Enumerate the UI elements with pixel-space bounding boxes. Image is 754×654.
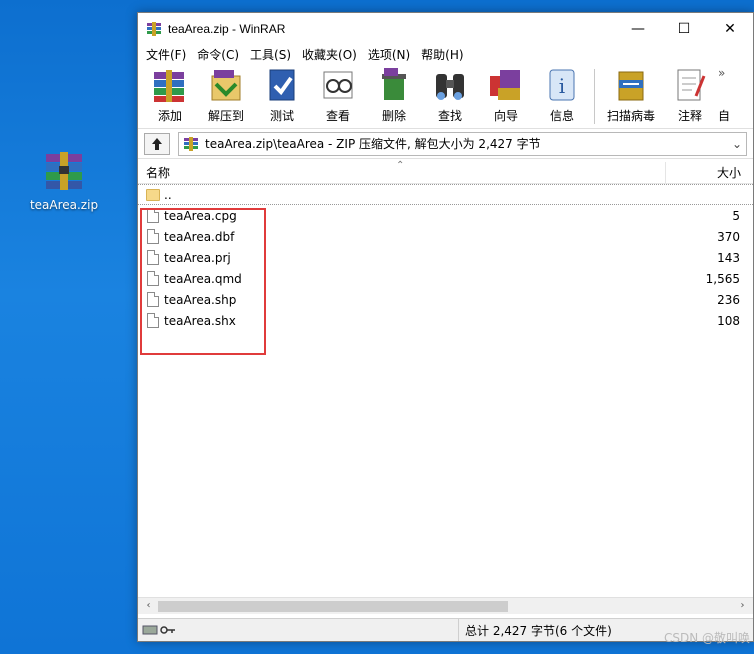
toolbar-separator [594,69,596,124]
file-icon [147,250,159,265]
up-arrow-icon [152,137,162,150]
scan-virus-icon [611,66,651,104]
info-button[interactable]: i 信息 [534,65,590,128]
winrar-app-icon [146,21,162,37]
menu-favorites[interactable]: 收藏夹(O) [298,45,361,65]
file-name: teaArea.shp [164,292,237,307]
chevron-right-icon: » [718,66,726,80]
status-bar: 总计 2,427 字节(6 个文件) [138,618,753,641]
winrar-window: teaArea.zip - WinRAR — ☐ ✕ 文件(F) 命令(C) 工… [137,12,754,642]
scroll-left-arrow-icon[interactable]: ‹ [140,600,157,613]
delete-button[interactable]: 删除 [366,65,422,128]
extract-to-icon [206,66,246,104]
desktop-winrar-archive[interactable]: teaArea.zip [24,148,104,212]
menu-options[interactable]: 选项(N) [364,45,414,65]
sort-up-icon: ⌃ [396,160,405,171]
drive-key-icon [142,625,175,635]
table-row[interactable]: teaArea.prj 143 [138,247,753,268]
wizard-icon [486,66,526,104]
table-row[interactable]: teaArea.qmd 1,565 [138,268,753,289]
file-icon [147,271,159,286]
add-button[interactable]: 添加 [142,65,198,128]
menu-tools[interactable]: 工具(S) [246,45,295,65]
scrollbar-thumb[interactable] [158,601,508,612]
title-bar[interactable]: teaArea.zip - WinRAR — ☐ ✕ [138,13,753,45]
close-button[interactable]: ✕ [707,13,753,45]
menu-help[interactable]: 帮助(H) [417,45,467,65]
file-size: 1,565 [705,271,740,286]
horizontal-scrollbar[interactable]: ‹ › [138,597,753,614]
table-row[interactable]: teaArea.cpg 5 [138,205,753,226]
up-folder-button[interactable] [144,132,170,155]
file-icon [147,208,159,223]
file-icon [147,229,159,244]
archive-icon [184,136,198,151]
delete-icon [374,66,414,104]
path-dropdown[interactable]: teaArea.zip\teaArea - ZIP 压缩文件, 解包大小为 2,… [178,131,747,156]
table-row[interactable]: teaArea.shx 108 [138,310,753,331]
path-text: teaArea.zip\teaArea - ZIP 压缩文件, 解包大小为 2,… [205,137,541,151]
comment-button[interactable]: 注释 [662,65,718,128]
file-size: 143 [717,250,740,265]
file-name: teaArea.prj [164,250,231,265]
status-text: 总计 2,427 字节(6 个文件) [458,619,612,641]
scroll-right-arrow-icon[interactable]: › [734,600,751,613]
scan-virus-button[interactable]: 扫描病毒 [600,65,662,128]
file-icon [147,313,159,328]
address-bar: teaArea.zip\teaArea - ZIP 压缩文件, 解包大小为 2,… [138,129,753,159]
find-icon [430,66,470,104]
watermark: CSDN @敬叫唤 [663,631,750,645]
file-icon [147,292,159,307]
sfx-button[interactable]: » 自 [718,65,738,128]
table-row[interactable]: teaArea.dbf 370 [138,226,753,247]
wizard-button[interactable]: 向导 [478,65,534,128]
menu-bar: 文件(F) 命令(C) 工具(S) 收藏夹(O) 选项(N) 帮助(H) [138,45,753,65]
menu-commands[interactable]: 命令(C) [193,45,243,65]
test-button[interactable]: 测试 [254,65,310,128]
winrar-archive-icon [42,148,86,192]
maximize-button[interactable]: ☐ [661,13,707,45]
find-button[interactable]: 查找 [422,65,478,128]
comment-icon [670,66,710,104]
extract-to-button[interactable]: 解压到 [198,65,254,128]
minimize-button[interactable]: — [615,13,661,45]
file-size: 236 [717,292,740,307]
desktop-icon-label: teaArea.zip [29,198,99,212]
view-button[interactable]: 查看 [310,65,366,128]
file-name: teaArea.qmd [164,271,242,286]
file-name: teaArea.dbf [164,229,235,244]
window-title: teaArea.zip - WinRAR [168,22,286,36]
file-name: teaArea.shx [164,313,236,328]
parent-folder-label: .. [164,187,172,202]
add-books-icon [150,66,190,104]
folder-icon [146,188,160,201]
file-size: 108 [717,313,740,328]
file-list: ⌃ 名称 大小 .. teaArea.cpg 5 teaArea.dbf 370… [138,160,753,602]
parent-folder-row[interactable]: .. [138,184,753,205]
column-size-header[interactable]: 大小 [666,162,753,183]
file-size: 5 [732,208,740,223]
svg-text:i: i [559,74,565,98]
table-row[interactable]: teaArea.shp 236 [138,289,753,310]
chevron-down-icon[interactable]: ⌄ [728,137,746,151]
file-name: teaArea.cpg [164,208,237,223]
toolbar: 添加 解压到 测试 查看 删除 查找 向导 i 信息 扫描病毒 注释 » 自 [138,65,753,129]
test-icon [262,66,302,104]
file-size: 370 [717,229,740,244]
view-icon [318,66,358,104]
list-header: ⌃ 名称 大小 [138,160,753,184]
info-icon: i [542,66,582,104]
menu-file[interactable]: 文件(F) [142,45,190,65]
